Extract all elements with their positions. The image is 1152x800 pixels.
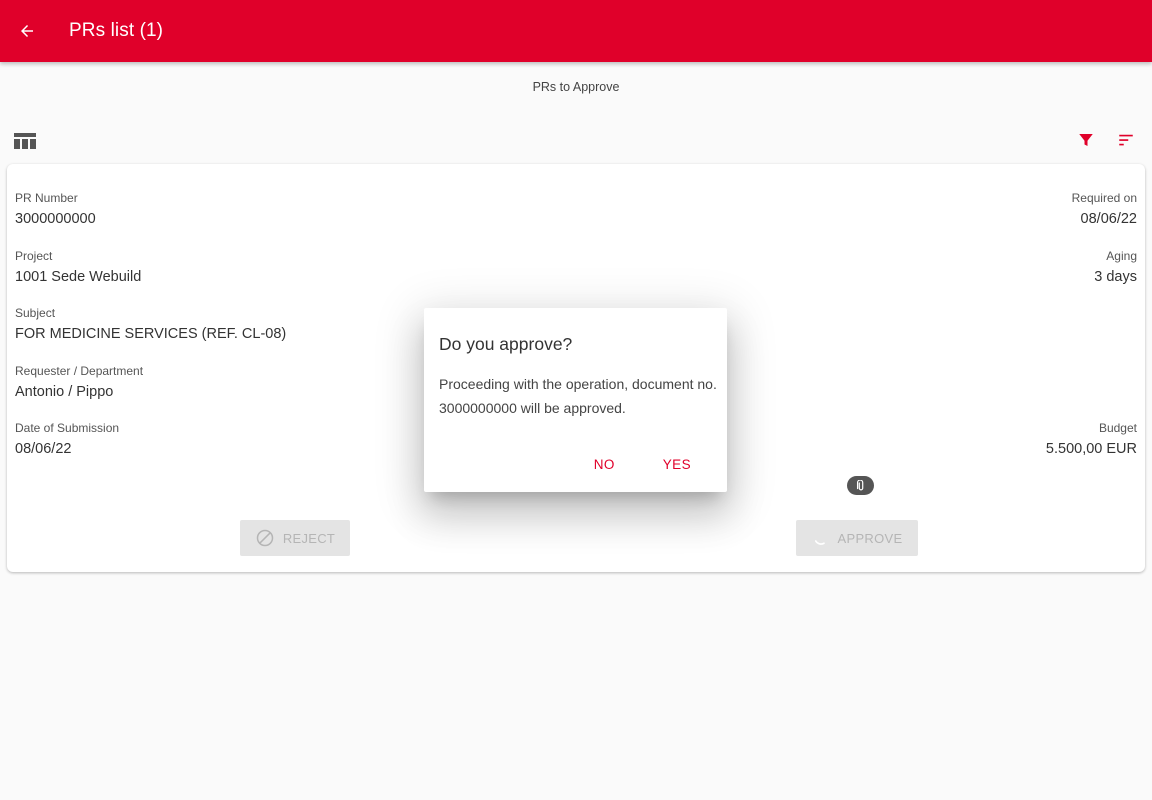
requester-value: Antonio / Pippo [15, 384, 114, 400]
project-value: 1001 Sede Webuild [15, 269, 142, 285]
dialog-message: Proceeding with the operation, document … [439, 376, 717, 416]
confirm-dialog: Do you approve? Proceeding with the oper… [424, 308, 727, 492]
pr-number-value: 3000000000 [15, 211, 96, 227]
requester-label: Requester / Department [15, 364, 144, 378]
required-on-value: 08/06/22 [1080, 211, 1137, 227]
reject-button[interactable]: REJECT [240, 520, 350, 556]
no-button[interactable]: NO [594, 457, 615, 472]
yes-button[interactable]: YES [663, 457, 691, 472]
subject-value: FOR MEDICINE SERVICES (REF. CL-08) [15, 326, 287, 342]
budget-label: Budget [1098, 421, 1137, 435]
reject-label: REJECT [282, 530, 336, 546]
subject-label: Subject [15, 306, 56, 320]
layout-toggle-button[interactable] [14, 131, 36, 151]
approve-label: APPROVE [837, 530, 903, 546]
submission-value: 08/06/22 [15, 441, 72, 457]
section-subtitle: PRs to Approve [532, 80, 620, 94]
dialog-title: Do you approve? [439, 334, 573, 354]
sort-button[interactable] [1114, 128, 1138, 152]
submission-label: Date of Submission [15, 421, 120, 435]
list-actions [1074, 128, 1138, 152]
arrow-left-icon [21, 25, 33, 37]
page-title: PRs list (1) [69, 20, 164, 41]
required-on-label: Required on [1071, 191, 1137, 205]
project-label: Project [15, 249, 53, 263]
required-on-field: Required on 08/06/22 [1072, 190, 1137, 229]
aging-field: Aging 3 days [1094, 248, 1137, 287]
filter-button[interactable] [1074, 128, 1098, 152]
aging-label: Aging [1106, 249, 1137, 263]
attachment-button[interactable] [847, 476, 874, 495]
app-bar: PRs list (1) [0, 0, 1152, 62]
aging-value: 3 days [1094, 269, 1137, 285]
back-button[interactable] [3, 7, 51, 55]
budget-value: 5.500,00 EUR [1045, 441, 1137, 457]
project-field: Project 1001 Sede Webuild [15, 248, 141, 287]
loading-spinner-icon [814, 540, 825, 545]
block-icon [256, 529, 274, 547]
paperclip-icon [856, 479, 863, 490]
filter-icon [1079, 134, 1093, 146]
requester-field: Requester / Department Antonio / Pippo [15, 363, 143, 402]
sort-icon [1119, 134, 1133, 146]
pr-number-field: PR Number 3000000000 [15, 190, 96, 229]
pr-number-label: PR Number [15, 191, 78, 205]
submission-field: Date of Submission 08/06/22 [15, 420, 119, 459]
subject-field: Subject FOR MEDICINE SERVICES (REF. CL-0… [15, 305, 286, 344]
approve-button[interactable]: APPROVE [796, 520, 918, 556]
dialog-actions: NO YES [594, 457, 691, 472]
table-columns-icon [14, 133, 36, 149]
budget-field: Budget 5.500,00 EUR [1046, 420, 1137, 459]
